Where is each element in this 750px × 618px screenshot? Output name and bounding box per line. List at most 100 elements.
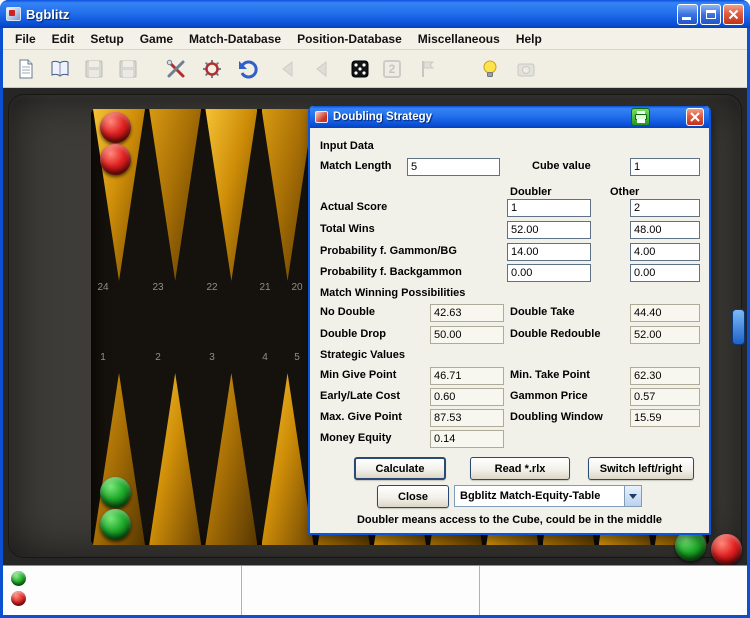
input-data-header: Input Data xyxy=(320,140,374,152)
red-checker[interactable] xyxy=(100,144,131,175)
point-number: 20 xyxy=(291,282,303,293)
menu-match-database[interactable]: Match-Database xyxy=(181,30,289,48)
red-checker[interactable] xyxy=(100,112,131,143)
red-checker[interactable] xyxy=(711,534,742,565)
prob-backgammon-other-input[interactable] xyxy=(630,264,700,282)
hint-button[interactable] xyxy=(475,54,505,84)
status-bar xyxy=(3,565,747,615)
point-number: 24 xyxy=(97,282,109,293)
combo-dropdown-button[interactable] xyxy=(624,486,641,506)
switch-left-right-button[interactable]: Switch left/right xyxy=(588,457,694,480)
dialog-close-button[interactable] xyxy=(686,108,704,126)
no-double-label: No Double xyxy=(320,306,375,318)
back-arrow-icon xyxy=(316,60,327,77)
menu-file[interactable]: File xyxy=(7,30,44,48)
previous-move-button[interactable] xyxy=(273,54,303,84)
prob-backgammon-doubler-input[interactable] xyxy=(507,264,591,282)
point-number: 23 xyxy=(152,282,164,293)
doubling-cube-button[interactable]: 2 xyxy=(377,54,407,84)
menu-miscellaneous[interactable]: Miscellaneous xyxy=(410,30,508,48)
point-number: 1 xyxy=(100,352,106,363)
analyze-button[interactable] xyxy=(197,54,227,84)
minimize-icon xyxy=(682,16,691,20)
open-button[interactable] xyxy=(45,54,75,84)
close-button[interactable] xyxy=(723,3,744,25)
point-number: 21 xyxy=(259,282,271,293)
snapshot-button[interactable] xyxy=(511,54,541,84)
red-player-indicator xyxy=(11,591,26,606)
board-point[interactable] xyxy=(261,109,314,281)
actual-score-other-input[interactable] xyxy=(630,199,700,217)
undo-button[interactable] xyxy=(233,54,263,84)
cube-value-input[interactable] xyxy=(630,158,700,176)
point-number: 3 xyxy=(209,352,215,363)
doubling-window-label: Doubling Window xyxy=(510,411,603,423)
total-wins-other-input[interactable] xyxy=(630,221,700,239)
menu-edit[interactable]: Edit xyxy=(44,30,83,48)
board-point[interactable] xyxy=(149,373,202,545)
roll-dice-button[interactable] xyxy=(345,54,375,84)
status-divider xyxy=(479,566,480,615)
new-button[interactable] xyxy=(11,54,41,84)
close-dialog-button[interactable]: Close xyxy=(377,485,449,508)
save-button[interactable] xyxy=(79,54,109,84)
maximize-icon xyxy=(705,9,716,19)
printer-icon xyxy=(634,111,647,123)
board-side-button[interactable] xyxy=(732,309,745,345)
double-redouble-label: Double Redouble xyxy=(510,328,601,340)
window-controls xyxy=(677,3,744,25)
menu-game[interactable]: Game xyxy=(132,30,181,48)
window-titlebar[interactable]: Bgblitz xyxy=(0,0,750,28)
menu-bar: File Edit Setup Game Match-Database Posi… xyxy=(3,28,747,50)
print-button[interactable] xyxy=(631,108,650,126)
prob-gammon-bg-other-input[interactable] xyxy=(630,243,700,261)
tools-button[interactable] xyxy=(161,54,191,84)
calculate-button[interactable]: Calculate xyxy=(354,457,446,480)
other-column-header: Other xyxy=(610,186,640,198)
board-point[interactable] xyxy=(205,109,258,281)
double-redouble-value xyxy=(630,326,700,344)
strategic-values-header: Strategic Values xyxy=(320,349,405,361)
board-point[interactable] xyxy=(205,373,258,545)
read-rlx-button[interactable]: Read *.rlx xyxy=(470,457,570,480)
prob-backgammon-label: Probability f. Backgammon xyxy=(320,266,462,278)
double-take-label: Double Take xyxy=(510,306,575,318)
maximize-button[interactable] xyxy=(700,3,721,25)
double-drop-label: Double Drop xyxy=(320,328,386,340)
save-icon xyxy=(85,60,103,77)
match-length-input[interactable] xyxy=(407,158,500,176)
money-equity-value xyxy=(430,430,504,448)
doubling-cube-icon: 2 xyxy=(383,59,401,78)
point-number: 22 xyxy=(206,282,218,293)
prob-gammon-bg-doubler-input[interactable] xyxy=(507,243,591,261)
app-icon xyxy=(6,7,21,21)
doubling-strategy-dialog: Doubling Strategy Input Data Match Lengt… xyxy=(308,106,711,535)
money-equity-label: Money Equity xyxy=(320,432,392,444)
doubling-window-value xyxy=(630,409,700,427)
menu-position-database[interactable]: Position-Database xyxy=(289,30,410,48)
menu-help[interactable]: Help xyxy=(508,30,550,48)
dialog-title: Doubling Strategy xyxy=(333,111,433,123)
minimize-button[interactable] xyxy=(677,3,698,25)
green-checker[interactable] xyxy=(100,509,131,540)
dialog-titlebar[interactable]: Doubling Strategy xyxy=(310,106,709,128)
resign-button[interactable] xyxy=(413,54,443,84)
board-point[interactable] xyxy=(261,373,314,545)
bgblitz-window: Bgblitz File Edit Setup Game Match-Datab… xyxy=(0,0,750,618)
chevron-down-icon xyxy=(629,493,637,499)
doubler-column-header: Doubler xyxy=(510,186,552,198)
green-checker[interactable] xyxy=(100,477,131,508)
min-give-point-value xyxy=(430,367,504,385)
equity-table-select[interactable]: Bgblitz Match-Equity-Table xyxy=(454,485,642,507)
point-number: 4 xyxy=(262,352,268,363)
board-point[interactable] xyxy=(149,109,202,281)
total-wins-doubler-input[interactable] xyxy=(507,221,591,239)
equity-table-value: Bgblitz Match-Equity-Table xyxy=(460,490,601,502)
back-button[interactable] xyxy=(307,54,337,84)
early-late-cost-value xyxy=(430,388,504,406)
menu-setup[interactable]: Setup xyxy=(82,30,131,48)
tools-icon xyxy=(166,59,185,77)
dialog-footer-note: Doubler means access to the Cube, could … xyxy=(356,514,662,526)
save-as-button[interactable] xyxy=(113,54,143,84)
actual-score-doubler-input[interactable] xyxy=(507,199,591,217)
